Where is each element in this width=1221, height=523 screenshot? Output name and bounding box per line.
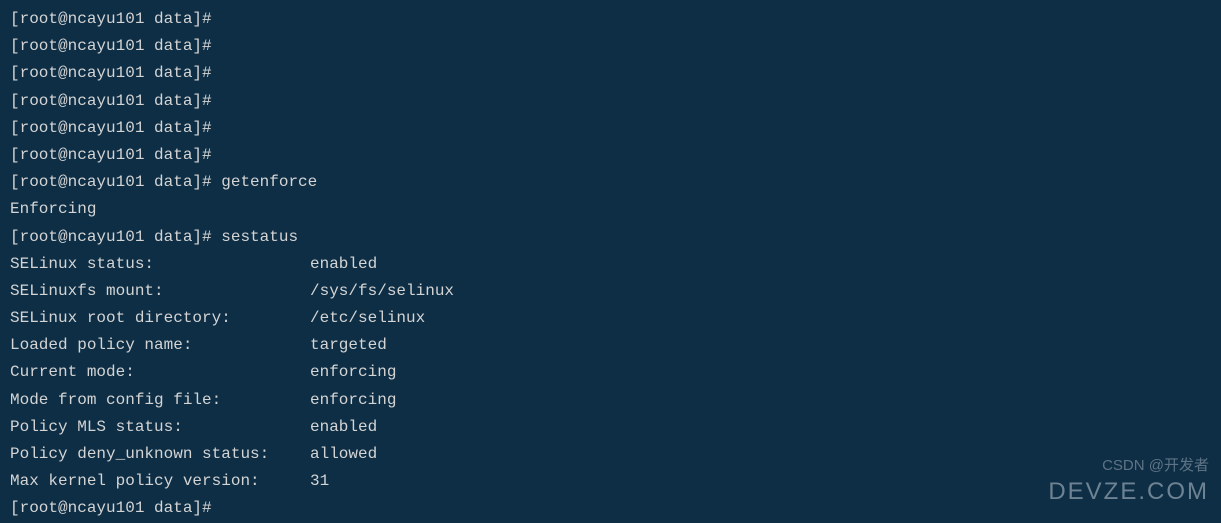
sestatus-key: SELinux root directory: xyxy=(10,305,310,332)
shell-command-sestatus: [root@ncayu101 data]# sestatus xyxy=(10,224,1211,251)
sestatus-row: Policy MLS status:enabled xyxy=(10,414,1211,441)
sestatus-value: enforcing xyxy=(310,387,396,414)
sestatus-row: SELinux root directory:/etc/selinux xyxy=(10,305,1211,332)
sestatus-key: SELinuxfs mount: xyxy=(10,278,310,305)
sestatus-key: SELinux status: xyxy=(10,251,310,278)
sestatus-value: /etc/selinux xyxy=(310,305,425,332)
sestatus-row: Current mode:enforcing xyxy=(10,359,1211,386)
sestatus-value: enabled xyxy=(310,251,377,278)
shell-prompt: [root@ncayu101 data]# xyxy=(10,495,1211,522)
terminal-output[interactable]: [root@ncayu101 data]#[root@ncayu101 data… xyxy=(10,6,1211,523)
shell-prompt: [root@ncayu101 data]# xyxy=(10,6,1211,33)
shell-prompt: [root@ncayu101 data]# xyxy=(10,33,1211,60)
sestatus-row: Mode from config file:enforcing xyxy=(10,387,1211,414)
shell-prompt: [root@ncayu101 data]# xyxy=(10,115,1211,142)
sestatus-row: Loaded policy name:targeted xyxy=(10,332,1211,359)
sestatus-row: SELinuxfs mount:/sys/fs/selinux xyxy=(10,278,1211,305)
shell-prompt: [root@ncayu101 data]# xyxy=(10,142,1211,169)
getenforce-output: Enforcing xyxy=(10,196,1211,223)
sestatus-value: targeted xyxy=(310,332,387,359)
sestatus-value: enabled xyxy=(310,414,377,441)
sestatus-value: 31 xyxy=(310,468,329,495)
sestatus-key: Current mode: xyxy=(10,359,310,386)
sestatus-key: Loaded policy name: xyxy=(10,332,310,359)
sestatus-key: Mode from config file: xyxy=(10,387,310,414)
sestatus-value: allowed xyxy=(310,441,377,468)
shell-prompt: [root@ncayu101 data]# xyxy=(10,88,1211,115)
sestatus-row: Policy deny_unknown status:allowed xyxy=(10,441,1211,468)
sestatus-key: Policy deny_unknown status: xyxy=(10,441,310,468)
sestatus-value: /sys/fs/selinux xyxy=(310,278,454,305)
shell-command-getenforce: [root@ncayu101 data]# getenforce xyxy=(10,169,1211,196)
shell-prompt: [root@ncayu101 data]# xyxy=(10,60,1211,87)
sestatus-value: enforcing xyxy=(310,359,396,386)
sestatus-row: Max kernel policy version:31 xyxy=(10,468,1211,495)
sestatus-key: Policy MLS status: xyxy=(10,414,310,441)
sestatus-key: Max kernel policy version: xyxy=(10,468,310,495)
sestatus-row: SELinux status:enabled xyxy=(10,251,1211,278)
